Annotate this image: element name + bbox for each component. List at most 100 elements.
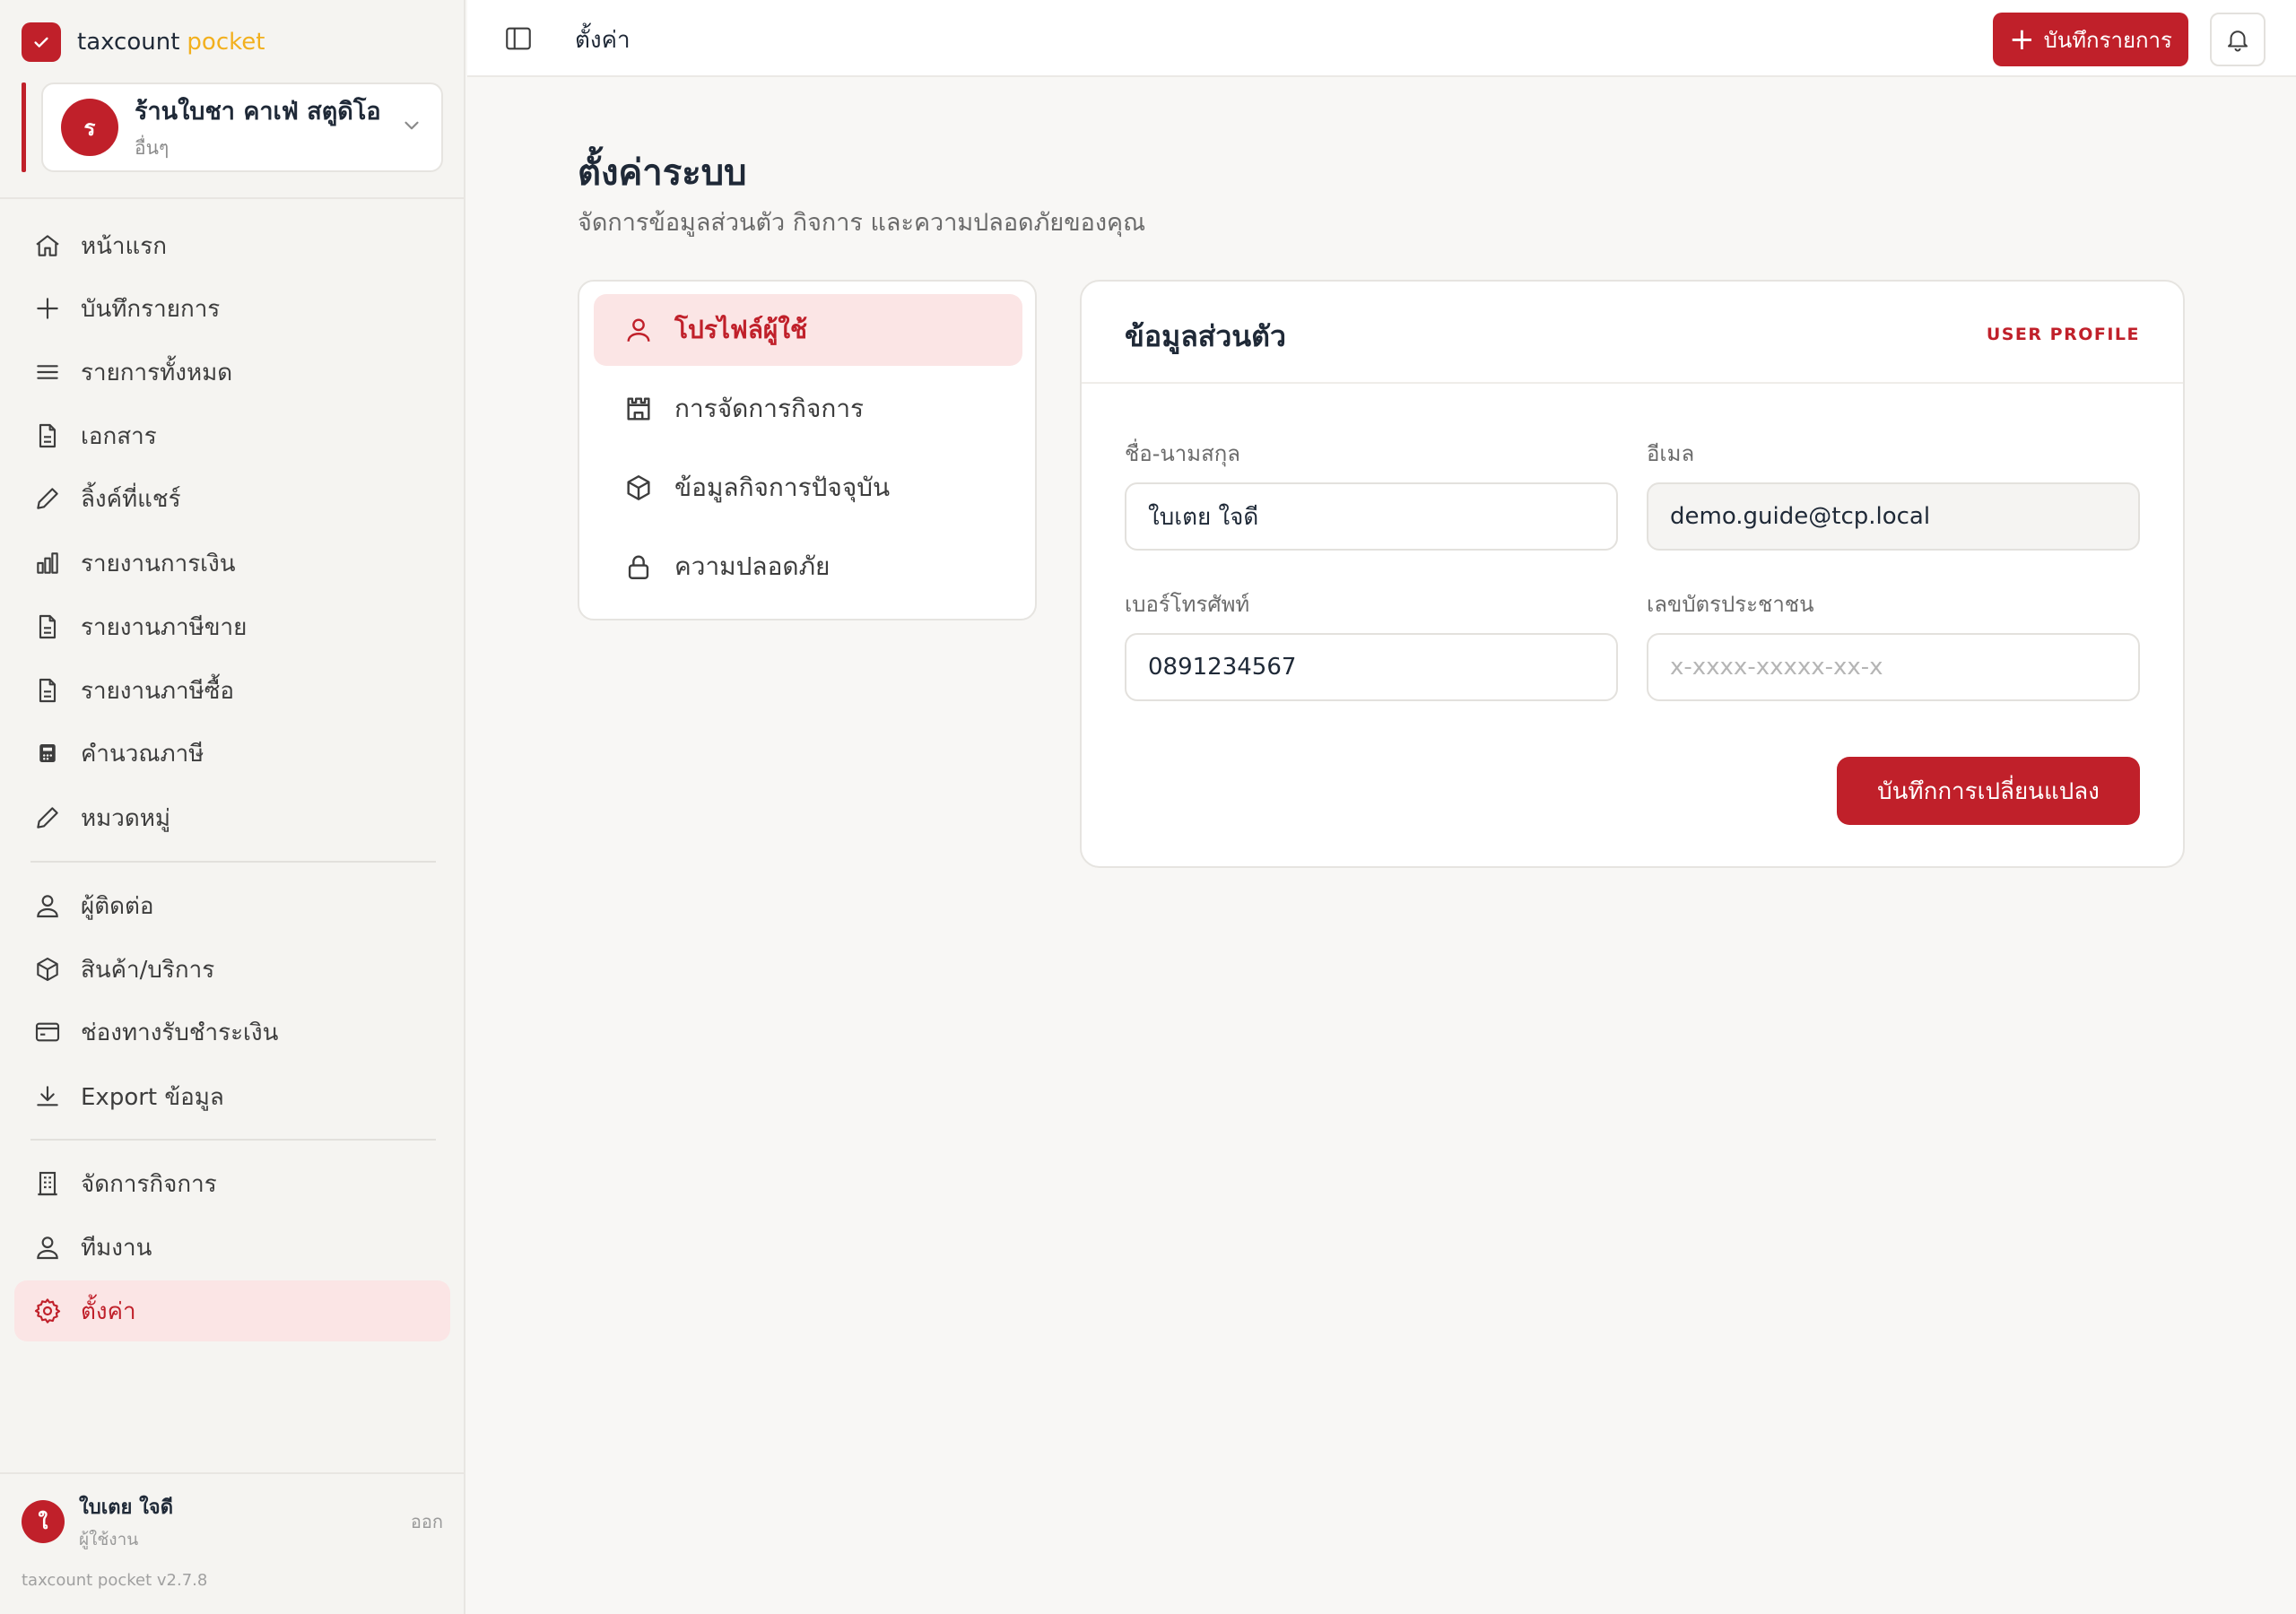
profile-card-title: ข้อมูลส่วนตัว: [1125, 319, 1286, 353]
sidebar-item-documents[interactable]: เอกสาร: [14, 405, 450, 466]
sidebar-item-categories[interactable]: หมวดหมู่: [14, 787, 450, 848]
citizen-id-field[interactable]: x-xxxx-xxxxx-xx-x: [1647, 633, 2140, 701]
profile-card-header: ข้อมูลส่วนตัว USER PROFILE: [1082, 282, 2183, 384]
sidebar-item-label: รายงานภาษีขาย: [81, 613, 248, 641]
business-avatar: ร: [61, 99, 118, 156]
page-subtitle: จัดการข้อมูลส่วนตัว กิจการ และความปลอดภั…: [578, 209, 1146, 237]
business-type: อื่นๆ: [135, 137, 170, 159]
app-version: taxcount pocket v2.7.8: [22, 1571, 208, 1590]
sidebar-item-purchase-tax-report[interactable]: รายงานภาษีซื้อ: [14, 660, 450, 721]
settings-tab-business-management[interactable]: การจัดการกิจการ: [594, 373, 1022, 445]
email-field[interactable]: demo.guide@tcp.local: [1647, 482, 2140, 551]
business-card[interactable]: ร ร้านใบชา คาเฟ่ สตูดิโอ อื่นๆ: [41, 82, 443, 172]
sidebar-item-sales-tax-report[interactable]: รายงานภาษีขาย: [14, 596, 450, 657]
document-icon: [32, 421, 63, 451]
user-name: ใบเตย ใจดี: [79, 1496, 173, 1519]
business-name: ร้านใบชา คาเฟ่ สตูดิโอ: [135, 98, 381, 126]
settings-tab-user-profile[interactable]: โปรไฟล์ผู้ใช้: [594, 294, 1022, 366]
lock-icon: [622, 551, 655, 583]
name-label: ชื่อ-นามสกุล: [1125, 441, 1240, 466]
profile-card-tag: USER PROFILE: [1986, 325, 2140, 344]
sidebar-item-label: ช่องทางรับชำระเงิน: [81, 1019, 279, 1046]
sidebar-item-all-records[interactable]: รายการทั้งหมด: [14, 342, 450, 403]
sidebar-item-team[interactable]: ทีมงาน: [14, 1217, 450, 1278]
home-icon: [32, 230, 63, 261]
sidebar-item-add-record[interactable]: บันทึกรายการ: [14, 278, 450, 339]
sidebar-divider: [0, 1472, 465, 1474]
document-icon: [32, 675, 63, 706]
chevron-down-icon[interactable]: [400, 114, 423, 141]
credit-card-icon: [32, 1017, 63, 1047]
sidebar-item-label: หมวดหมู่: [81, 804, 171, 832]
box-icon: [622, 472, 655, 504]
sidebar-item-label: Export ข้อมูล: [81, 1083, 224, 1111]
phone-label: เบอร์โทรศัพท์: [1125, 592, 1250, 617]
topbar: ตั้งค่า + บันทึกรายการ: [467, 0, 2296, 77]
user-icon: [32, 890, 63, 921]
document-icon: [32, 612, 63, 642]
sidebar-item-label: หน้าแรก: [81, 232, 167, 260]
sidebar-item-label: สินค้า/บริการ: [81, 956, 215, 984]
settings-tab-current-business[interactable]: ข้อมูลกิจการปัจจุบัน: [594, 452, 1022, 524]
sidebar-item-tax-calculator[interactable]: คำนวณภาษี: [14, 723, 450, 784]
sidebar-item-label: รายการทั้งหมด: [81, 359, 233, 386]
citizen-id-label: เลขบัตรประชาชน: [1647, 592, 1814, 617]
phone-field[interactable]: 0891234567: [1125, 633, 1618, 701]
pencil-icon: [32, 803, 63, 833]
brand-logo-icon: [22, 22, 61, 62]
brand-name: taxcount pocket: [77, 29, 265, 56]
plus-icon: [32, 293, 63, 324]
sidebar-item-home[interactable]: หน้าแรก: [14, 215, 450, 276]
pencil-icon: [32, 483, 63, 514]
profile-card: ข้อมูลส่วนตัว USER PROFILE ชื่อ-นามสกุล …: [1080, 280, 2185, 868]
breadcrumb: ตั้งค่า: [575, 27, 631, 54]
avatar: ใ: [22, 1500, 65, 1543]
sidebar-item-settings[interactable]: ตั้งค่า: [14, 1280, 450, 1341]
sidebar-item-label: คำนวณภาษี: [81, 740, 204, 768]
box-icon: [32, 954, 63, 985]
settings-tab-label: โปรไฟล์ผู้ใช้: [674, 315, 807, 344]
calculator-icon: [32, 738, 63, 768]
settings-tab-security[interactable]: ความปลอดภัย: [594, 531, 1022, 603]
settings-tab-label: ข้อมูลกิจการปัจจุบัน: [674, 473, 891, 502]
brand[interactable]: taxcount pocket: [22, 22, 265, 63]
sidebar-item-payment-channels[interactable]: ช่องทางรับชำระเงิน: [14, 1002, 450, 1063]
sidebar-item-label: ทีมงาน: [81, 1234, 152, 1262]
building-icon: [32, 1168, 63, 1199]
sidebar-item-contacts[interactable]: ผู้ติดต่อ: [14, 875, 450, 936]
store-icon: [622, 393, 655, 425]
business-switcher[interactable]: ร ร้านใบชา คาเฟ่ สตูดิโอ อื่นๆ: [22, 82, 443, 172]
nav-divider: [30, 861, 436, 863]
sidebar-item-financial-report[interactable]: รายงานการเงิน: [14, 533, 450, 594]
sidebar: taxcount pocket ร ร้านใบชา คาเฟ่ สตูดิโอ …: [0, 0, 465, 1614]
sidebar-item-products[interactable]: สินค้า/บริการ: [14, 939, 450, 1000]
sidebar-toggle-icon[interactable]: [503, 23, 534, 54]
user-icon: [32, 1232, 63, 1263]
sidebar-item-label: ลิ้งค์ที่แชร์: [81, 485, 181, 513]
sidebar-item-shared-links[interactable]: ลิ้งค์ที่แชร์: [14, 468, 450, 529]
list-icon: [32, 357, 63, 387]
name-field[interactable]: ใบเตย ใจดี: [1125, 482, 1618, 551]
user-role: ผู้ใช้งาน: [79, 1529, 139, 1549]
sidebar-item-export[interactable]: Export ข้อมูล: [14, 1066, 450, 1127]
settings-menu: โปรไฟล์ผู้ใช้ การจัดการกิจการ ข้อมูลกิจก…: [578, 280, 1037, 620]
email-label: อีเมล: [1647, 441, 1695, 466]
sidebar-divider: [0, 197, 465, 199]
user-menu: ใ ใบเตย ใจดี ผู้ใช้งาน ออก: [22, 1490, 443, 1553]
sidebar-item-label: ผู้ติดต่อ: [81, 892, 154, 920]
logout-button[interactable]: ออก: [411, 1507, 443, 1536]
save-changes-button[interactable]: บันทึกการเปลี่ยนแปลง: [1837, 757, 2140, 825]
plus-icon: +: [2009, 22, 2035, 57]
add-record-button[interactable]: + บันทึกรายการ: [1993, 13, 2188, 66]
download-icon: [32, 1081, 63, 1112]
sidebar-item-manage-business[interactable]: จัดการกิจการ: [14, 1153, 450, 1214]
nav-divider: [30, 1139, 436, 1141]
add-record-label: บันทึกรายการ: [2043, 27, 2172, 53]
settings-tab-label: ความปลอดภัย: [674, 551, 831, 581]
business-accent-bar: [22, 82, 26, 172]
sidebar-item-label: รายงานการเงิน: [81, 550, 236, 577]
page-title: ตั้งค่าระบบ: [578, 152, 747, 194]
sidebar-item-label: จัดการกิจการ: [81, 1170, 217, 1198]
sidebar-item-label: บันทึกรายการ: [81, 295, 221, 323]
notifications-button[interactable]: [2210, 13, 2266, 66]
